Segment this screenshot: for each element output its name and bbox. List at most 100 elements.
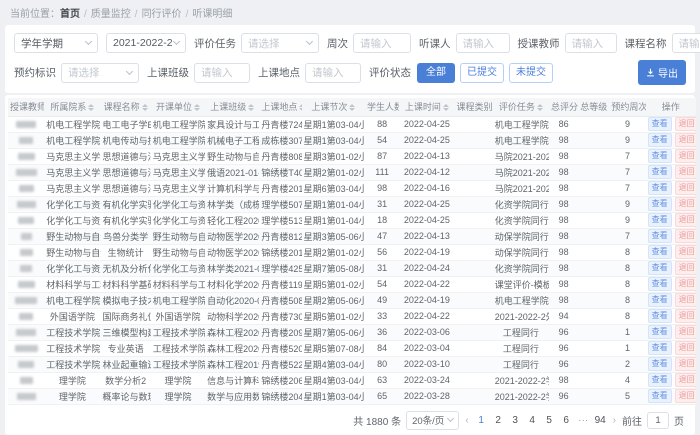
table-cell: 98: [549, 132, 578, 148]
week-input[interactable]: 请输入: [353, 33, 411, 53]
column-header-7[interactable]: 上课节次: [302, 98, 365, 116]
column-header-11[interactable]: 评价任务: [493, 98, 549, 116]
course-input[interactable]: 请输入: [672, 33, 700, 53]
view-button[interactable]: 查看: [648, 373, 672, 387]
return-button[interactable]: 退回: [675, 357, 696, 371]
column-header-6[interactable]: 上课地点: [259, 98, 301, 116]
page-number[interactable]: 5: [543, 415, 556, 426]
return-button[interactable]: 退回: [675, 293, 696, 307]
view-button[interactable]: 查看: [648, 117, 672, 131]
teacher-placeholder: 请输入: [572, 36, 604, 51]
column-header-5[interactable]: 上课班级: [205, 98, 259, 116]
return-button[interactable]: 退回: [675, 197, 696, 211]
page-number[interactable]: 94: [594, 415, 607, 426]
page-number[interactable]: 2: [492, 415, 505, 426]
table-cell: [578, 340, 609, 356]
next-page-icon[interactable]: ›: [612, 415, 617, 426]
sort-icon[interactable]: [537, 104, 543, 111]
table-cell: [578, 292, 609, 308]
table-row: 机电工程学院电工电子学B机电工程学院家具设计与工程2丹青楼724星期1第03-0…: [8, 116, 696, 132]
return-button[interactable]: 退回: [675, 261, 696, 275]
page-number[interactable]: 1: [475, 415, 488, 426]
task-select[interactable]: 请选择: [241, 33, 319, 53]
column-header-2[interactable]: 所属院系: [44, 98, 100, 116]
view-button[interactable]: 查看: [648, 181, 672, 195]
semester-value-select[interactable]: 2021-2022-2: [106, 33, 186, 53]
prev-page-icon[interactable]: ‹: [464, 415, 469, 426]
column-header-1[interactable]: 授课教师: [8, 98, 44, 116]
view-button[interactable]: 查看: [648, 389, 672, 403]
teacher-input[interactable]: 请输入: [565, 33, 617, 53]
view-button[interactable]: 查看: [648, 165, 672, 179]
return-button[interactable]: 退回: [675, 149, 696, 163]
breadcrumb-item-home[interactable]: 首页: [60, 9, 80, 20]
view-button[interactable]: 查看: [648, 245, 672, 259]
sort-icon[interactable]: [88, 104, 94, 111]
return-button[interactable]: 退回: [675, 117, 696, 131]
status-unsubmitted-button[interactable]: 未提交: [509, 63, 553, 83]
column-header-10[interactable]: 课程类别: [455, 98, 493, 116]
return-button[interactable]: 退回: [675, 181, 696, 195]
sort-icon[interactable]: [194, 104, 200, 111]
sort-icon[interactable]: [142, 104, 148, 111]
export-button[interactable]: 导出: [638, 60, 686, 85]
listener-input[interactable]: 请输入: [456, 33, 510, 53]
table-cell: 马院2021-2022-: [493, 148, 549, 164]
sort-icon[interactable]: [443, 104, 449, 111]
return-button[interactable]: 退回: [675, 341, 696, 355]
sort-icon[interactable]: [299, 104, 301, 111]
breadcrumb-item-quality-monitor[interactable]: 质量监控: [91, 9, 131, 20]
class-input[interactable]: 请输入: [194, 63, 250, 83]
task-filter-label: 评价任务: [194, 36, 236, 51]
page-number[interactable]: 4: [526, 415, 539, 426]
reserve-select[interactable]: 请选择: [61, 63, 139, 83]
page-size-select[interactable]: 20条/页: [406, 411, 459, 430]
column-header-8[interactable]: 学生人数: [365, 98, 399, 116]
return-button[interactable]: 退回: [675, 213, 696, 227]
place-input[interactable]: 请输入: [305, 63, 361, 83]
column-header-13[interactable]: 总等级: [578, 98, 609, 116]
column-header-3[interactable]: 课程名称: [101, 98, 151, 116]
return-button[interactable]: 退回: [675, 245, 696, 259]
view-button[interactable]: 查看: [648, 261, 672, 275]
column-header-9[interactable]: 上课时间: [399, 98, 454, 116]
view-button[interactable]: 查看: [648, 277, 672, 291]
return-button[interactable]: 退回: [675, 389, 696, 403]
return-button[interactable]: 退回: [675, 229, 696, 243]
return-button[interactable]: 退回: [675, 277, 696, 291]
goto-page-input[interactable]: [647, 412, 669, 429]
view-button[interactable]: 查看: [648, 197, 672, 211]
table-cell: 三维模型构建技术: [101, 324, 151, 340]
return-button[interactable]: 退回: [675, 373, 696, 387]
table-cell: [578, 388, 609, 404]
table-cell: 7: [609, 164, 645, 180]
sort-icon[interactable]: [349, 104, 355, 111]
view-button[interactable]: 查看: [648, 309, 672, 323]
view-button[interactable]: 查看: [648, 133, 672, 147]
return-button[interactable]: 退回: [675, 133, 696, 147]
return-button[interactable]: 退回: [675, 325, 696, 339]
view-button[interactable]: 查看: [648, 229, 672, 243]
view-button[interactable]: 查看: [648, 325, 672, 339]
status-submitted-button[interactable]: 已提交: [460, 63, 504, 83]
view-button[interactable]: 查看: [648, 357, 672, 371]
view-button[interactable]: 查看: [648, 149, 672, 163]
table-cell: 9: [609, 116, 645, 132]
column-header-12[interactable]: 总评分: [549, 98, 578, 116]
view-button[interactable]: 查看: [648, 213, 672, 227]
table-cell: 2022-04-16: [399, 180, 454, 196]
semester-field-select[interactable]: 学年学期: [14, 33, 98, 53]
breadcrumb: 当前位置：首页/质量监控/同行评价/听课明细: [0, 0, 700, 23]
page-number[interactable]: 3: [509, 415, 522, 426]
return-button[interactable]: 退回: [675, 309, 696, 323]
view-button[interactable]: 查看: [648, 293, 672, 307]
view-button[interactable]: 查看: [648, 341, 672, 355]
table-cell: 5: [609, 388, 645, 404]
sort-icon[interactable]: [248, 104, 254, 111]
status-all-button[interactable]: 全部: [417, 63, 455, 83]
table-cell: [455, 356, 493, 372]
return-button[interactable]: 退回: [675, 165, 696, 179]
page-number[interactable]: 6: [560, 415, 573, 426]
breadcrumb-item-peer-review[interactable]: 同行评价: [142, 9, 182, 20]
column-header-4[interactable]: 开课单位: [151, 98, 205, 116]
